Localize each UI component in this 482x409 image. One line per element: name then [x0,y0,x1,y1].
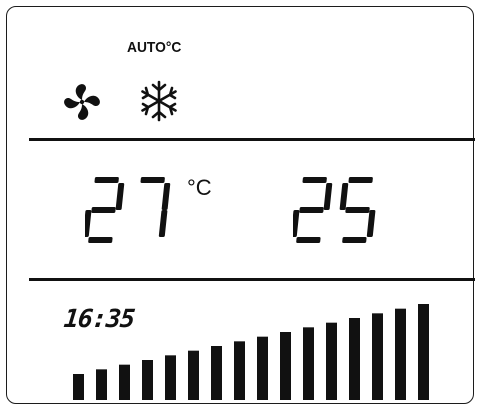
segment [88,237,113,243]
set-temperature-display [85,177,171,243]
segment [296,237,321,243]
segment [345,207,370,213]
segment [161,183,171,210]
fan-icon [64,84,100,120]
fan-speed-bar [280,332,291,400]
snowflake-icon [141,80,177,122]
fan-speed-bar [119,364,130,400]
fan-speed-bar [349,318,360,400]
segment [140,177,165,183]
thermostat-display: AUTO°C °C 16:35 [6,6,475,404]
fan-speed-bar [372,313,383,400]
fan-speed-bar [188,350,199,400]
segment [293,210,300,237]
mode-label: AUTO°C [127,39,182,56]
fan-speed-bar [418,304,429,400]
fan-speed-bar [142,360,153,400]
top-divider [29,138,475,141]
segment [342,237,367,243]
fan-speed-bar [257,336,268,400]
segment-digit [293,177,333,243]
segment [91,207,116,213]
segment [323,183,333,210]
fan-speed-bar [303,327,314,400]
segment [94,177,119,183]
segment [302,177,327,183]
fan-speed-bar [96,369,107,400]
segment [158,210,168,237]
fan-speed-bar [165,355,176,400]
fan-speed-bar [234,341,245,400]
temperature-unit: °C [187,175,212,200]
segment [366,210,376,237]
segment [299,207,324,213]
room-temperature-display [293,177,376,243]
fan-speed-bar [326,322,337,400]
segment-digit [85,177,125,243]
segment-digit [339,177,376,243]
segment-digit [140,177,171,237]
segment [348,177,373,183]
segment [339,183,349,210]
fan-speed-bars [73,304,429,400]
segment [85,210,92,237]
fan-speed-bar [395,308,406,400]
segment [115,183,125,210]
fan-speed-bar [73,374,84,400]
bottom-divider [29,278,475,281]
fan-speed-bar [211,346,222,400]
